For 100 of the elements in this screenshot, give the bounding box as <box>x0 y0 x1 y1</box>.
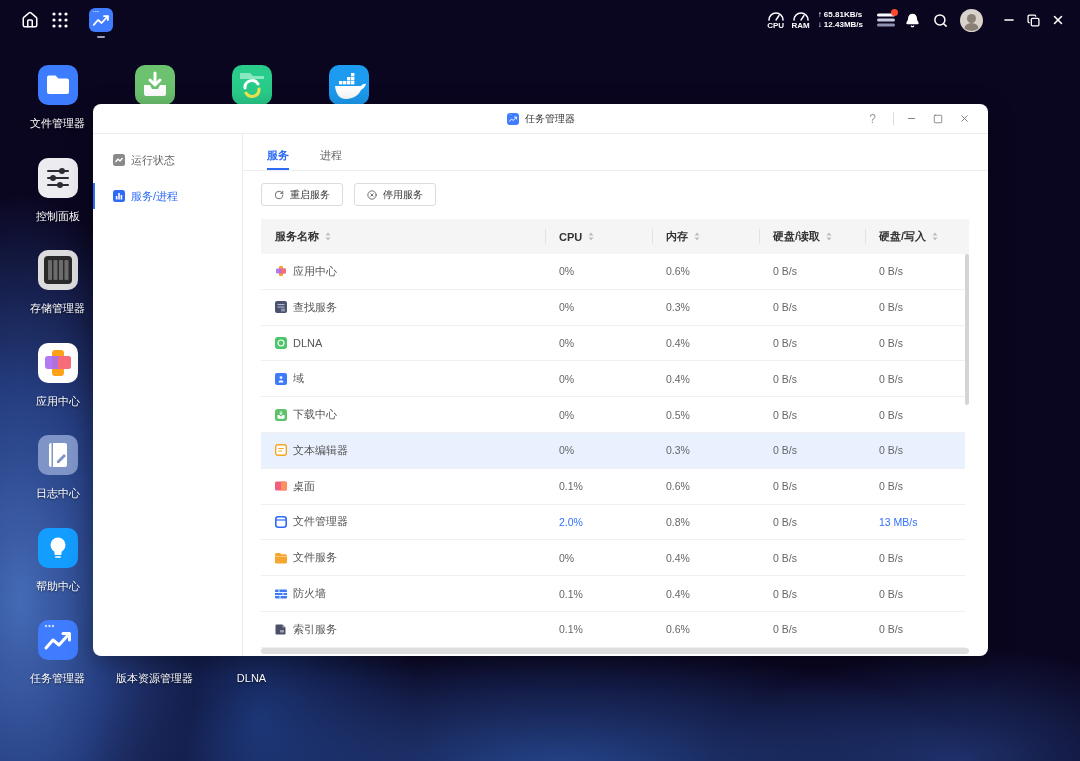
gauge-icon[interactable] <box>766 10 785 21</box>
column-header[interactable]: 服务名称 <box>261 219 545 254</box>
table-row[interactable]: 下载中心 0% 0.5% 0 B/s 0 B/s <box>261 397 965 433</box>
avatar-icon[interactable] <box>960 8 983 32</box>
shortcut-label[interactable]: 任务管理器 <box>30 671 85 685</box>
table-cell: 0 B/s <box>773 408 797 421</box>
table-cell: 0.4% <box>666 337 690 349</box>
table-cell: 2.0% <box>559 515 583 528</box>
table-row[interactable]: 防火墙 0.1% 0.4% 0 B/s 0 B/s <box>261 576 965 612</box>
download-tray-icon[interactable] <box>134 65 175 105</box>
shortcut-label[interactable]: 存储管理器 <box>30 301 85 315</box>
sidebar-item[interactable]: 运行状态 <box>93 142 242 178</box>
upload-speed: ↑ 65.81KB/s <box>817 10 863 20</box>
drive-bays-icon[interactable] <box>37 250 78 290</box>
sliders-icon[interactable] <box>37 157 78 198</box>
table-cell: 0% <box>559 301 575 314</box>
shortcut-label[interactable]: 文件管理器 <box>30 116 85 130</box>
table-cell: 0 B/s <box>879 551 903 564</box>
bar-chart-icon <box>113 190 125 202</box>
table-cell: 0.4% <box>666 551 690 564</box>
overlapping-squares-icon[interactable] <box>37 342 78 383</box>
table-cell: 0 B/s <box>773 337 797 349</box>
lightbulb-icon[interactable] <box>37 527 78 568</box>
bell-icon[interactable] <box>905 12 920 28</box>
sidebar-item[interactable]: 服务/进程 <box>93 178 242 214</box>
table-row[interactable]: 文件服务 0% 0.4% 0 B/s 0 B/s <box>261 540 965 577</box>
table-row[interactable]: 查找服务 0% 0.3% 0 B/s 0 B/s <box>261 289 965 326</box>
folder-icon[interactable] <box>37 65 78 105</box>
table-cell: 0.1% <box>559 623 583 636</box>
service-name: 域 <box>293 371 304 387</box>
table-row[interactable]: DLNA 0% 0.4% 0 B/s 0 B/s <box>261 325 965 362</box>
grid-tile-icon <box>275 301 287 314</box>
shortcut-label[interactable]: 帮助中心 <box>35 578 80 593</box>
whale-icon[interactable] <box>328 65 369 105</box>
table-cell: 0.4% <box>666 587 690 600</box>
vertical-scrollbar[interactable] <box>965 254 969 405</box>
column-header[interactable]: 硬盘/读取 <box>759 219 865 254</box>
column-header[interactable]: 内存 <box>652 219 759 254</box>
brick-wall-icon <box>275 587 287 600</box>
table-cell: 0 B/s <box>773 623 797 636</box>
table-cell: 0.6% <box>666 265 690 278</box>
table-cell: 0% <box>559 551 575 564</box>
folder-icon <box>275 515 287 528</box>
tab[interactable]: 服务 <box>267 134 289 170</box>
table-cell: 0 B/s <box>773 587 797 600</box>
table-cell: 0.1% <box>559 480 583 493</box>
table-cell: 0 B/s <box>879 372 903 385</box>
service-name: 下载中心 <box>293 407 337 423</box>
tab[interactable]: 进程 <box>320 134 342 170</box>
table-cell: 0 B/s <box>773 551 797 564</box>
table-cell: 0 B/s <box>879 337 903 349</box>
sync-folder-icon[interactable] <box>231 65 272 105</box>
service-name: 应用中心 <box>293 263 337 279</box>
notebook-icon[interactable] <box>37 435 78 475</box>
table-cell: 0 B/s <box>879 301 903 314</box>
table-cell: 0.5% <box>666 408 690 421</box>
search-icon[interactable] <box>933 12 948 28</box>
close-icon[interactable] <box>1051 13 1065 27</box>
refresh-icon <box>274 189 284 200</box>
shortcut-label[interactable]: 应用中心 <box>35 393 80 408</box>
service-name: 文本编辑器 <box>293 442 348 458</box>
gauge-label: CPU <box>767 21 785 30</box>
table-cell: 0.1% <box>559 587 583 600</box>
table-row[interactable]: 文件管理器 2.0% 0.8% 0 B/s 13 MB/s <box>261 504 965 541</box>
shortcut-label[interactable]: 日志中心 <box>35 486 80 500</box>
service-name: 文件服务 <box>293 550 337 566</box>
service-name: DLNA <box>293 337 323 349</box>
table-row[interactable]: 应用中心 0% 0.6% 0 B/s 0 B/s <box>261 254 965 290</box>
toolbar-button[interactable]: 重启服务 <box>261 183 343 206</box>
folder-icon <box>275 551 287 564</box>
gauge-label: RAM <box>791 21 810 30</box>
table-row[interactable]: 文本编辑器 0% 0.3% 0 B/s 0 B/s <box>261 433 965 469</box>
file-icon <box>275 623 287 636</box>
shortcut-label[interactable]: DLNA <box>236 671 267 685</box>
overlapping-squares-icon <box>275 265 287 278</box>
table-row[interactable]: 索引服务 0.1% 0.6% 0 B/s 0 B/s <box>261 611 965 648</box>
table-cell: 0.8% <box>666 515 690 528</box>
table-cell: 0 B/s <box>773 480 797 493</box>
gauge-icon[interactable] <box>791 10 810 21</box>
table-cell: 0.3% <box>666 301 690 314</box>
restore-icon[interactable] <box>1027 13 1040 27</box>
screen-tile-icon <box>275 480 287 493</box>
home-icon[interactable] <box>21 11 39 29</box>
table-cell: 0 B/s <box>879 587 903 600</box>
table-cell: 0 B/s <box>879 623 903 636</box>
service-name: 桌面 <box>293 478 315 494</box>
table-cell: 0 B/s <box>773 515 797 528</box>
table-row[interactable]: 域 0% 0.4% 0 B/s 0 B/s <box>261 361 965 398</box>
ring-tile-icon <box>275 337 287 349</box>
service-name: 文件管理器 <box>293 514 348 530</box>
shortcut-label[interactable]: 控制面板 <box>35 208 80 223</box>
service-name: 索引服务 <box>293 621 337 637</box>
toolbar-button[interactable]: 停用服务 <box>354 183 436 206</box>
horizontal-scrollbar[interactable] <box>261 647 969 654</box>
column-header[interactable]: CPU <box>545 219 652 254</box>
server-stack-icon[interactable] <box>877 13 895 27</box>
app-grid-icon[interactable] <box>52 12 68 28</box>
table-row[interactable]: 桌面 0.1% 0.6% 0 B/s 0 B/s <box>261 468 965 505</box>
column-header[interactable]: 硬盘/写入 <box>865 219 969 254</box>
shortcut-label[interactable]: 版本资源管理器 <box>116 671 193 685</box>
